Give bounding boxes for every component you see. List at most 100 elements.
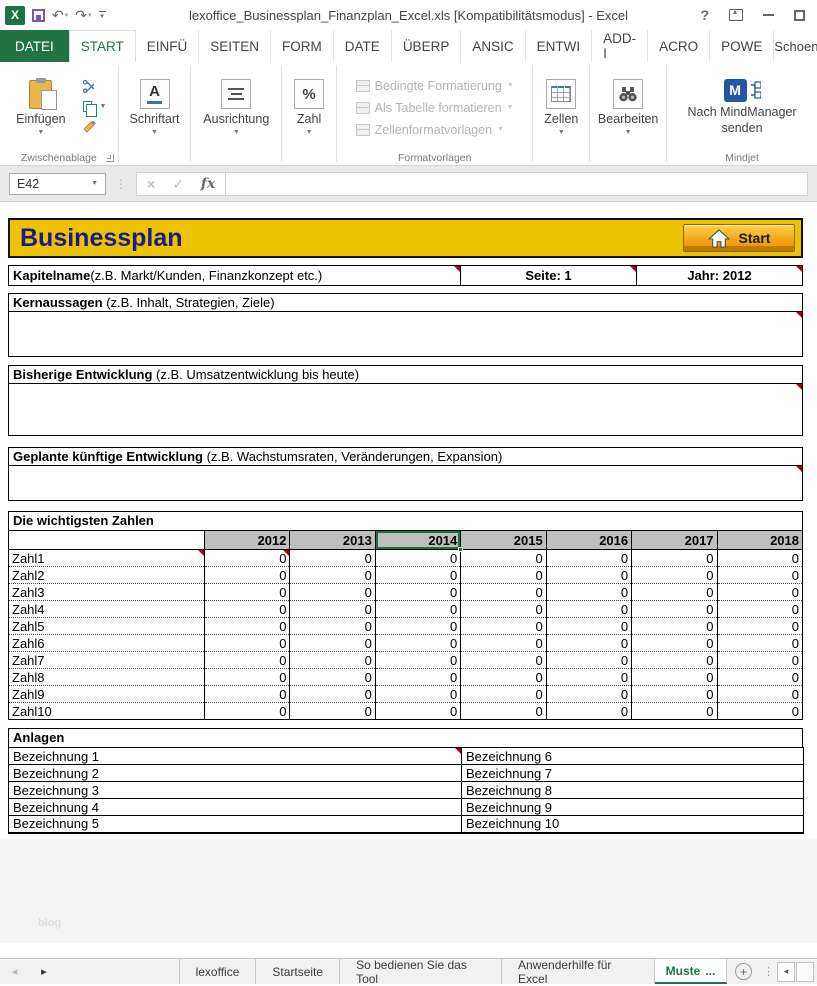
value-cell[interactable]: 0: [375, 652, 460, 669]
ribbon-tab-start[interactable]: START: [69, 30, 136, 62]
value-cell[interactable]: 0: [375, 669, 460, 686]
value-cell[interactable]: 0: [375, 550, 460, 567]
row-label-cell[interactable]: Zahl6: [9, 635, 205, 652]
ribbon-display-options-button[interactable]: [729, 9, 743, 21]
value-cell[interactable]: 0: [632, 618, 717, 635]
value-cell[interactable]: 0: [461, 618, 546, 635]
cells-button[interactable]: Zellen ▼: [539, 77, 583, 138]
value-cell[interactable]: 0: [461, 601, 546, 618]
font-button[interactable]: A Schriftart ▼: [125, 77, 185, 138]
value-cell[interactable]: 0: [205, 652, 290, 669]
ribbon-tab-entwi[interactable]: ENTWI: [526, 30, 593, 62]
sheet-tab-3[interactable]: Anwenderhilfe für Excel: [502, 959, 655, 984]
value-cell[interactable]: 0: [461, 686, 546, 703]
paste-button[interactable]: Einfügen ▼: [11, 78, 70, 138]
value-cell[interactable]: 0: [375, 601, 460, 618]
value-cell[interactable]: 0: [546, 686, 631, 703]
ribbon-tab-date[interactable]: DATE: [334, 30, 392, 62]
value-cell[interactable]: 0: [546, 618, 631, 635]
save-button[interactable]: [32, 9, 45, 22]
year-cell[interactable]: Jahr: 2012: [636, 265, 803, 286]
ribbon-tab-ansic[interactable]: ANSIC: [461, 30, 525, 62]
row-label-cell[interactable]: Zahl5: [9, 618, 205, 635]
redo-button[interactable]: ↷▾: [75, 8, 91, 22]
value-cell[interactable]: 0: [375, 635, 460, 652]
value-cell[interactable]: 0: [205, 703, 290, 720]
sheet-nav-right-icon[interactable]: ▸: [29, 959, 58, 984]
value-cell[interactable]: 0: [717, 567, 802, 584]
row-label-cell[interactable]: Zahl8: [9, 669, 205, 686]
value-cell[interactable]: 0: [205, 601, 290, 618]
value-cell[interactable]: 0: [546, 703, 631, 720]
attachment-cell[interactable]: Bezeichnung 1: [9, 748, 462, 765]
sheet-tab-active[interactable]: Muste...: [655, 959, 728, 984]
value-cell[interactable]: 0: [375, 618, 460, 635]
value-cell[interactable]: 0: [717, 635, 802, 652]
value-cell[interactable]: 0: [717, 550, 802, 567]
row-label-cell[interactable]: Zahl10: [9, 703, 205, 720]
value-cell[interactable]: 0: [546, 584, 631, 601]
value-cell[interactable]: 0: [375, 584, 460, 601]
value-cell[interactable]: 0: [632, 601, 717, 618]
value-cell[interactable]: 0: [546, 669, 631, 686]
value-cell[interactable]: 0: [290, 584, 375, 601]
value-cell[interactable]: 0: [290, 652, 375, 669]
ribbon-tab-überp[interactable]: ÜBERP: [392, 30, 462, 62]
scrollbar-thumb[interactable]: [796, 962, 814, 982]
value-cell[interactable]: 0: [632, 635, 717, 652]
value-cell[interactable]: 0: [717, 669, 802, 686]
attachment-cell[interactable]: Bezeichnung 7: [462, 765, 804, 782]
year-header-cell[interactable]: 2013: [290, 531, 375, 550]
value-cell[interactable]: 0: [375, 686, 460, 703]
value-cell[interactable]: 0: [632, 584, 717, 601]
value-cell[interactable]: 0: [546, 550, 631, 567]
row-label-cell[interactable]: Zahl2: [9, 567, 205, 584]
value-cell[interactable]: 0: [632, 550, 717, 567]
year-header-cell[interactable]: 2016: [546, 531, 631, 550]
value-cell[interactable]: 0: [717, 686, 802, 703]
number-format-button[interactable]: % Zahl ▼: [289, 77, 329, 138]
section-input-cell[interactable]: [8, 384, 803, 436]
attachment-cell[interactable]: Bezeichnung 6: [462, 748, 804, 765]
value-cell[interactable]: 0: [717, 618, 802, 635]
year-header-cell[interactable]: 2018: [717, 531, 802, 550]
value-cell[interactable]: 0: [546, 601, 631, 618]
attachment-cell[interactable]: Bezeichnung 10: [462, 816, 804, 833]
numbers-corner-cell[interactable]: [9, 531, 205, 550]
attachment-cell[interactable]: Bezeichnung 3: [9, 782, 462, 799]
insert-function-button[interactable]: fx: [201, 177, 215, 191]
value-cell[interactable]: 0: [290, 686, 375, 703]
alignment-button[interactable]: Ausrichtung ▼: [198, 77, 274, 138]
styles-item-2[interactable]: Zellenformatvorlagen▼: [356, 123, 504, 137]
section-input-cell[interactable]: [8, 312, 803, 357]
row-label-cell[interactable]: Zahl9: [9, 686, 205, 703]
attachment-cell[interactable]: Bezeichnung 4: [9, 799, 462, 816]
year-header-cell[interactable]: 2012: [205, 531, 290, 550]
value-cell[interactable]: 0: [717, 601, 802, 618]
fill-handle[interactable]: [458, 547, 463, 552]
value-cell[interactable]: 0: [717, 652, 802, 669]
value-cell[interactable]: 0: [290, 550, 375, 567]
value-cell[interactable]: 0: [205, 635, 290, 652]
value-cell[interactable]: 0: [461, 550, 546, 567]
sheet-tab-2[interactable]: So bedienen Sie das Tool: [340, 959, 502, 984]
row-label-cell[interactable]: Zahl4: [9, 601, 205, 618]
section-input-cell[interactable]: [8, 466, 803, 501]
value-cell[interactable]: 0: [290, 567, 375, 584]
format-painter-button[interactable]: [83, 119, 107, 134]
redo-dropdown-icon[interactable]: ▾: [88, 12, 92, 19]
chapter-name-cell[interactable]: Kapitelname (z.B. Markt/Kunden, Finanzko…: [8, 265, 461, 286]
value-cell[interactable]: 0: [290, 635, 375, 652]
value-cell[interactable]: 0: [205, 567, 290, 584]
undo-dropdown-icon[interactable]: ▾: [65, 12, 69, 19]
value-cell[interactable]: 0: [205, 584, 290, 601]
dialog-launcher-icon[interactable]: [106, 154, 114, 162]
attachment-cell[interactable]: Bezeichnung 5: [9, 816, 462, 833]
ribbon-tab-add-i[interactable]: ADD-I: [592, 30, 648, 62]
section-header[interactable]: Geplante künftige Entwicklung (z.B. Wach…: [8, 447, 803, 466]
value-cell[interactable]: 0: [461, 703, 546, 720]
value-cell[interactable]: 0: [461, 669, 546, 686]
year-header-cell[interactable]: 2017: [632, 531, 717, 550]
formula-input[interactable]: [226, 172, 808, 196]
value-cell[interactable]: 0: [546, 652, 631, 669]
